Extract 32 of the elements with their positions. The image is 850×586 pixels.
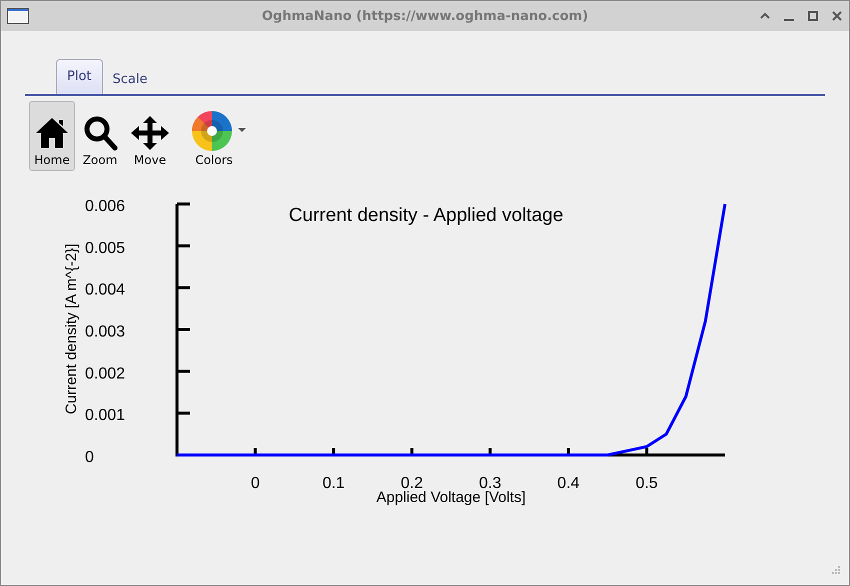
y-tick-label: 0.004 <box>85 282 126 299</box>
y-tick-label: 0.006 <box>85 198 126 215</box>
zoom-button[interactable]: Zoom <box>77 101 123 171</box>
move-button[interactable]: Move <box>125 101 175 171</box>
x-tick-label: 0.1 <box>322 475 345 492</box>
x-tick-label: 0.5 <box>636 475 658 492</box>
x-tick-label: 0.3 <box>479 475 502 492</box>
window-title: OghmaNano (https://www.oghma-nano.com) <box>260 8 590 24</box>
y-tick-label: 0 <box>85 449 94 466</box>
search-icon <box>82 115 118 151</box>
tab[interactable]: Plot <box>56 59 103 94</box>
y-tick-label: 0.003 <box>85 324 126 340</box>
caret-icon <box>238 128 246 134</box>
window-icon <box>7 8 29 24</box>
colors-button[interactable]: Colors <box>177 101 251 171</box>
y-tick-label: 0.001 <box>85 407 126 424</box>
y-axis-label: Current density [A m^{-2}] <box>63 244 80 414</box>
x-axis-label: Applied Voltage [Volts] <box>376 489 526 506</box>
x-tick-label: 0 <box>250 475 260 492</box>
x-tick-label: 0.4 <box>557 475 580 492</box>
move-arrows-icon <box>130 115 170 151</box>
chart-title: Current density - Applied voltage <box>288 205 564 226</box>
tab[interactable]: Scale <box>102 66 158 94</box>
x-tick-label: 0.2 <box>400 475 423 492</box>
color-wheel-icon <box>192 111 232 151</box>
home-button[interactable]: Home <box>29 101 75 171</box>
close-icon[interactable] <box>831 10 843 22</box>
maximize-icon[interactable] <box>807 10 819 22</box>
home-icon <box>34 115 70 151</box>
resize-grip-icon[interactable] <box>831 565 841 575</box>
y-tick-label: 0.005 <box>85 240 126 257</box>
y-tick-label: 0.002 <box>85 365 126 382</box>
